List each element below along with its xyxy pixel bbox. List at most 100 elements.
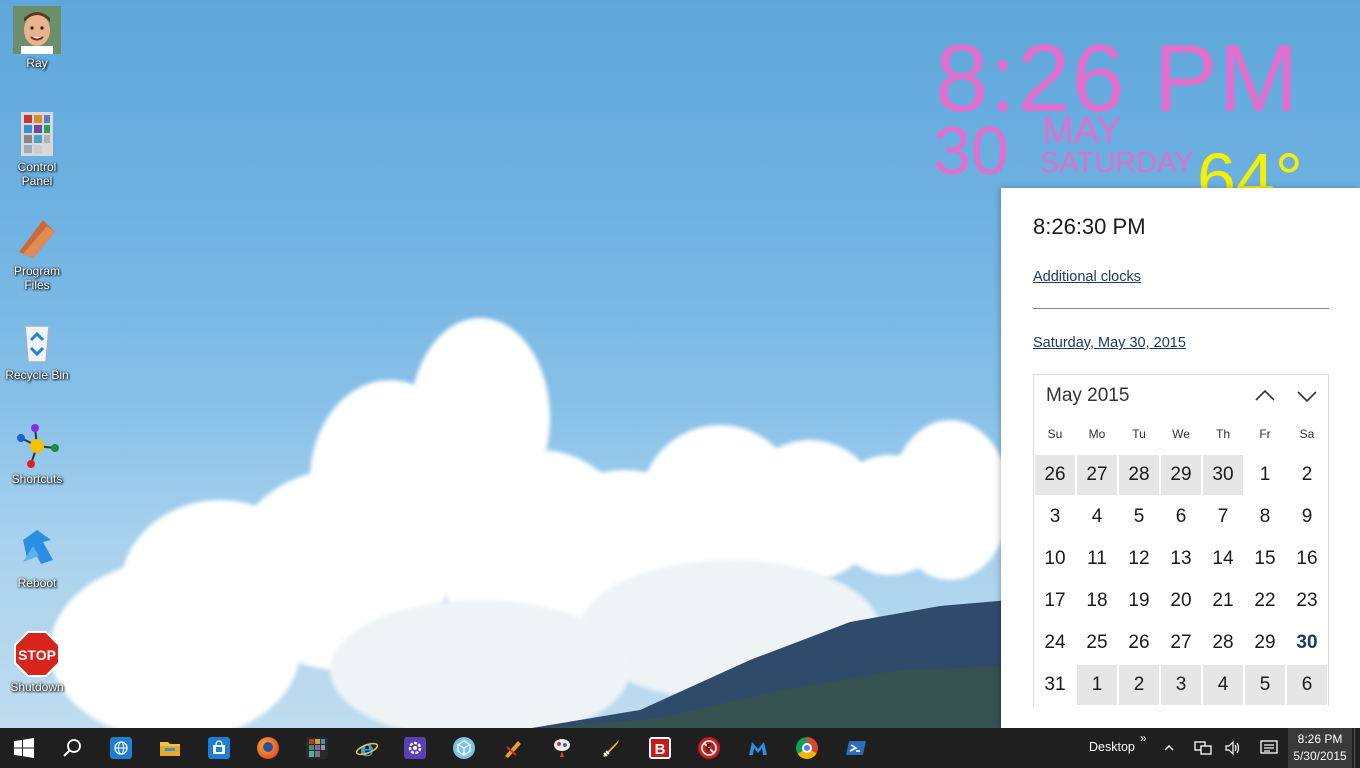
- user-photo-icon: [13, 6, 61, 54]
- taskbar-app-powershell[interactable]: [832, 728, 880, 768]
- calendar-day[interactable]: 6: [1286, 664, 1328, 706]
- desktop-icon-recycle-bin[interactable]: Recycle Bin: [4, 318, 70, 382]
- calendar-day[interactable]: 26: [1118, 622, 1160, 664]
- calendar: May 2015 Su Mo Tu We Th Fr Sa 26 27 28 2…: [1033, 374, 1329, 706]
- calendar-day[interactable]: 3: [1034, 496, 1076, 538]
- flyout-time: 8:26:30 PM: [1033, 214, 1146, 239]
- calendar-day[interactable]: 7: [1202, 496, 1244, 538]
- pencil-tool-icon: [502, 737, 524, 759]
- calendar-day[interactable]: 8: [1244, 496, 1286, 538]
- calendar-day[interactable]: 6: [1160, 496, 1202, 538]
- calendar-grid: 26 27 28 29 30 1 2 3 4 5 6 7 8 9 10 11 1…: [1034, 454, 1328, 706]
- desktop-icon-shutdown[interactable]: STOP Shutdown: [4, 630, 70, 694]
- svg-text:B: B: [655, 741, 666, 757]
- calendar-day[interactable]: 25: [1076, 622, 1118, 664]
- taskbar-app-sword[interactable]: [587, 728, 635, 768]
- powershell-icon: [845, 737, 867, 759]
- volume-button[interactable]: [1220, 728, 1246, 768]
- taskbar-app-firefox[interactable]: [244, 728, 292, 768]
- calendar-day[interactable]: 20: [1160, 580, 1202, 622]
- calendar-day[interactable]: 2: [1118, 664, 1160, 706]
- calendar-day[interactable]: 17: [1034, 580, 1076, 622]
- taskbar-app-balloon[interactable]: [538, 728, 586, 768]
- start-button[interactable]: [0, 728, 48, 768]
- calendar-day-today[interactable]: 30: [1286, 622, 1328, 664]
- taskbar-app-chrome[interactable]: [783, 728, 831, 768]
- calendar-day[interactable]: 4: [1202, 664, 1244, 706]
- desktop-icon-label: Shortcuts: [11, 472, 63, 486]
- next-month-button[interactable]: [1292, 383, 1322, 409]
- calendar-day[interactable]: 28: [1118, 454, 1160, 496]
- show-desktop-button[interactable]: [1354, 728, 1360, 768]
- calendar-day[interactable]: 18: [1076, 580, 1118, 622]
- chrome-icon: [796, 737, 818, 759]
- calendar-day[interactable]: 24: [1034, 622, 1076, 664]
- calendar-day[interactable]: 21: [1202, 580, 1244, 622]
- widget-month: MAY: [1042, 110, 1122, 152]
- calendar-day[interactable]: 4: [1076, 496, 1118, 538]
- calendar-day[interactable]: 9: [1286, 496, 1328, 538]
- settings-icon: [404, 737, 426, 759]
- calendar-day[interactable]: 29: [1244, 622, 1286, 664]
- desktop-toolbar[interactable]: Desktop: [1089, 740, 1135, 754]
- speaker-icon: [1225, 740, 1240, 756]
- taskbar-clock-time: 8:26 PM: [1297, 732, 1343, 746]
- start-icon: [14, 738, 34, 758]
- taskbar-app-sandbox[interactable]: [440, 728, 488, 768]
- desktop-icon-label: Control Panel: [17, 160, 57, 188]
- action-center-button[interactable]: [1256, 728, 1282, 768]
- calendar-month-title[interactable]: May 2015: [1046, 385, 1129, 407]
- desktop-icon-control-panel[interactable]: Control Panel: [4, 110, 70, 188]
- cloud: [890, 420, 1010, 580]
- calendar-day[interactable]: 30: [1202, 454, 1244, 496]
- calendar-day[interactable]: 11: [1076, 538, 1118, 580]
- taskbar-app-settings[interactable]: [391, 728, 439, 768]
- taskbar-app-internet-explorer[interactable]: e: [342, 728, 390, 768]
- network-button[interactable]: [1190, 728, 1216, 768]
- calendar-day[interactable]: 5: [1244, 664, 1286, 706]
- calendar-day[interactable]: 15: [1244, 538, 1286, 580]
- calendar-day[interactable]: 1: [1076, 664, 1118, 706]
- taskbar-app-no-flash[interactable]: [685, 728, 733, 768]
- previous-month-button[interactable]: [1250, 383, 1280, 409]
- taskbar-app-store[interactable]: [195, 728, 243, 768]
- calendar-day[interactable]: 3: [1160, 664, 1202, 706]
- calendar-day[interactable]: 16: [1286, 538, 1328, 580]
- calendar-day[interactable]: 5: [1118, 496, 1160, 538]
- desktop-icon-ray[interactable]: Ray: [4, 6, 70, 70]
- taskbar-app-pencil-tool[interactable]: [489, 728, 537, 768]
- calendar-day[interactable]: 22: [1244, 580, 1286, 622]
- additional-clocks-link[interactable]: Additional clocks: [1033, 269, 1141, 285]
- taskbar-app-malwarebytes[interactable]: [734, 728, 782, 768]
- taskbar-app-bitdefender[interactable]: B: [636, 728, 684, 768]
- sword-icon: [600, 737, 622, 759]
- taskbar-app-file-explorer[interactable]: [146, 728, 194, 768]
- desktop-icon-shortcuts[interactable]: Shortcuts: [4, 422, 70, 486]
- calendar-day[interactable]: 19: [1118, 580, 1160, 622]
- calendar-day[interactable]: 27: [1076, 454, 1118, 496]
- calendar-day[interactable]: 2: [1286, 454, 1328, 496]
- taskbar-clock[interactable]: 8:26 PM 5/30/2015: [1288, 728, 1352, 768]
- taskbar-app-tiles[interactable]: [293, 728, 341, 768]
- calendar-day[interactable]: 28: [1202, 622, 1244, 664]
- calendar-day[interactable]: 1: [1244, 454, 1286, 496]
- date-link[interactable]: Saturday, May 30, 2015: [1033, 335, 1186, 351]
- calendar-day[interactable]: 27: [1160, 622, 1202, 664]
- calendar-day[interactable]: 26: [1034, 454, 1076, 496]
- desktop-icon-program-files[interactable]: Program Files: [4, 214, 70, 292]
- calendar-day[interactable]: 10: [1034, 538, 1076, 580]
- calendar-day[interactable]: 12: [1118, 538, 1160, 580]
- show-hidden-icons-button[interactable]: [1158, 728, 1180, 768]
- toolbar-overflow-chevron[interactable]: »: [1140, 731, 1147, 745]
- calendar-day[interactable]: 29: [1160, 454, 1202, 496]
- calendar-day[interactable]: 13: [1160, 538, 1202, 580]
- calendar-day[interactable]: 14: [1202, 538, 1244, 580]
- taskbar-app-globe[interactable]: [97, 728, 145, 768]
- balloon-icon: [551, 737, 573, 759]
- calendar-day[interactable]: 31: [1034, 664, 1076, 706]
- search-button[interactable]: [48, 728, 96, 768]
- taskbar: e B Desktop » 8:26 PM 5/30/2015: [0, 728, 1360, 768]
- chevron-up-icon: [1255, 389, 1275, 401]
- desktop-icon-reboot[interactable]: Reboot: [4, 526, 70, 590]
- calendar-day[interactable]: 23: [1286, 580, 1328, 622]
